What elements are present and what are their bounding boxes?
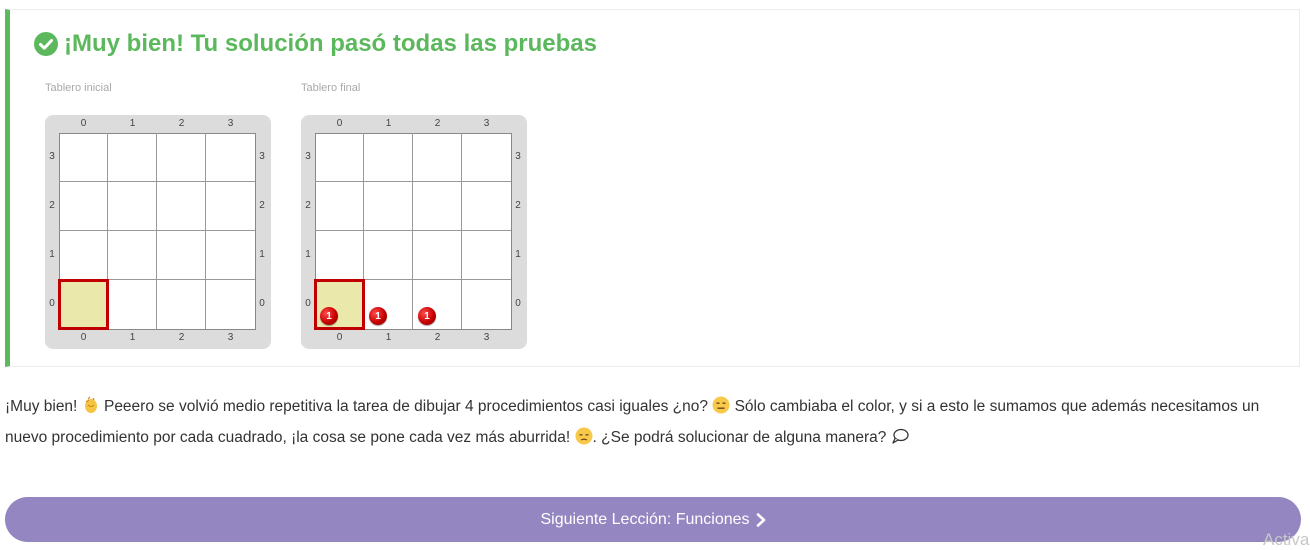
next-lesson-label: Siguiente Lección: Funciones <box>540 510 750 528</box>
row-coordinate-right: 1 <box>515 248 521 260</box>
result-title: ¡Muy bien! Tu solución pasó todas las pr… <box>34 30 597 58</box>
board-cell <box>108 133 157 182</box>
result-card: ¡Muy bien! Tu solución pasó todas las pr… <box>5 9 1300 367</box>
next-lesson-button[interactable]: Siguiente Lección: Funciones <box>5 497 1301 542</box>
board-cell <box>315 182 364 231</box>
clapping-hands-icon <box>84 396 97 413</box>
row-coordinate-right: 0 <box>515 297 521 309</box>
activation-watermark: Activa <box>1263 530 1310 549</box>
row-coordinate-left: 2 <box>305 199 311 211</box>
expressionless-face-icon <box>712 396 730 414</box>
initial-board-label: Tablero inicial <box>45 82 112 94</box>
column-coordinate-bottom: 3 <box>483 332 490 343</box>
board-grid <box>58 133 256 330</box>
red-ball-icon: 1 <box>418 307 436 325</box>
row-coordinate-right: 0 <box>259 297 265 309</box>
message-text-4: . ¿Se podrá solucionar de alguna manera? <box>592 429 891 446</box>
board-cell <box>157 280 206 329</box>
board-cell <box>315 133 364 182</box>
board-cell <box>462 182 511 231</box>
row-coordinate-right: 2 <box>259 199 265 211</box>
row-coordinate-right: 3 <box>259 150 265 162</box>
row-coordinate-right: 2 <box>515 199 521 211</box>
lesson-message: ¡Muy bien! Peeero se volvió medio repeti… <box>5 391 1305 453</box>
board-cell <box>364 133 413 182</box>
board-cell <box>364 182 413 231</box>
chevron-right-icon <box>756 512 765 527</box>
board-cell <box>157 133 206 182</box>
row-coordinate-left: 3 <box>49 150 55 162</box>
column-coordinate-bottom: 1 <box>129 332 136 343</box>
board-cell <box>206 133 255 182</box>
row-coordinate-left: 0 <box>305 297 311 309</box>
column-coordinate-bottom: 2 <box>434 332 441 343</box>
board-cell <box>462 231 511 280</box>
speech-bubble-icon <box>892 428 909 444</box>
board-cell <box>157 231 206 280</box>
final-board-label: Tablero final <box>301 82 361 94</box>
column-coordinate-bottom: 0 <box>336 332 343 343</box>
board-cell <box>413 133 462 182</box>
row-coordinate-right: 3 <box>515 150 521 162</box>
row-coordinate-left: 0 <box>49 297 55 309</box>
check-circle-icon <box>34 32 58 56</box>
row-coordinate-left: 1 <box>305 248 311 260</box>
column-coordinate-top: 3 <box>227 118 234 129</box>
board-cell <box>59 231 108 280</box>
board-cell <box>108 280 157 329</box>
column-coordinate-bottom: 0 <box>80 332 87 343</box>
board-cell <box>206 280 255 329</box>
column-coordinate-top: 2 <box>434 118 441 129</box>
pensive-face-icon <box>575 427 593 445</box>
board-cell <box>413 231 462 280</box>
column-coordinate-top: 1 <box>129 118 136 129</box>
column-coordinate-bottom: 1 <box>385 332 392 343</box>
row-coordinate-left: 2 <box>49 199 55 211</box>
initial-board: 0 0 1 1 2 2 3 3 3 3 2 2 1 1 0 0 <box>45 115 271 349</box>
board-cell <box>413 182 462 231</box>
row-coordinate-left: 3 <box>305 150 311 162</box>
row-coordinate-left: 1 <box>49 248 55 260</box>
board-cell <box>315 231 364 280</box>
board-cell <box>108 182 157 231</box>
board-cell <box>108 231 157 280</box>
board-cell <box>59 182 108 231</box>
board-cell <box>206 231 255 280</box>
column-coordinate-top: 0 <box>336 118 343 129</box>
final-board: 0011223333221100111 <box>301 115 527 349</box>
board-cursor <box>58 279 109 330</box>
result-title-text: ¡Muy bien! Tu solución pasó todas las pr… <box>64 30 597 57</box>
red-ball-icon: 1 <box>320 307 338 325</box>
message-text-1: ¡Muy bien! <box>5 398 82 415</box>
column-coordinate-bottom: 2 <box>178 332 185 343</box>
board-cell <box>364 231 413 280</box>
board-cell <box>462 280 511 329</box>
message-text-2: Peeero se volvió medio repetitiva la tar… <box>99 398 713 415</box>
board-cell <box>462 133 511 182</box>
board-cell <box>59 133 108 182</box>
column-coordinate-top: 1 <box>385 118 392 129</box>
row-coordinate-right: 1 <box>259 248 265 260</box>
column-coordinate-top: 2 <box>178 118 185 129</box>
board-cell <box>206 182 255 231</box>
column-coordinate-top: 0 <box>80 118 87 129</box>
red-ball-icon: 1 <box>369 307 387 325</box>
column-coordinate-top: 3 <box>483 118 490 129</box>
board-grid: 1 1 1 <box>314 133 512 330</box>
board-cell <box>157 182 206 231</box>
column-coordinate-bottom: 3 <box>227 332 234 343</box>
